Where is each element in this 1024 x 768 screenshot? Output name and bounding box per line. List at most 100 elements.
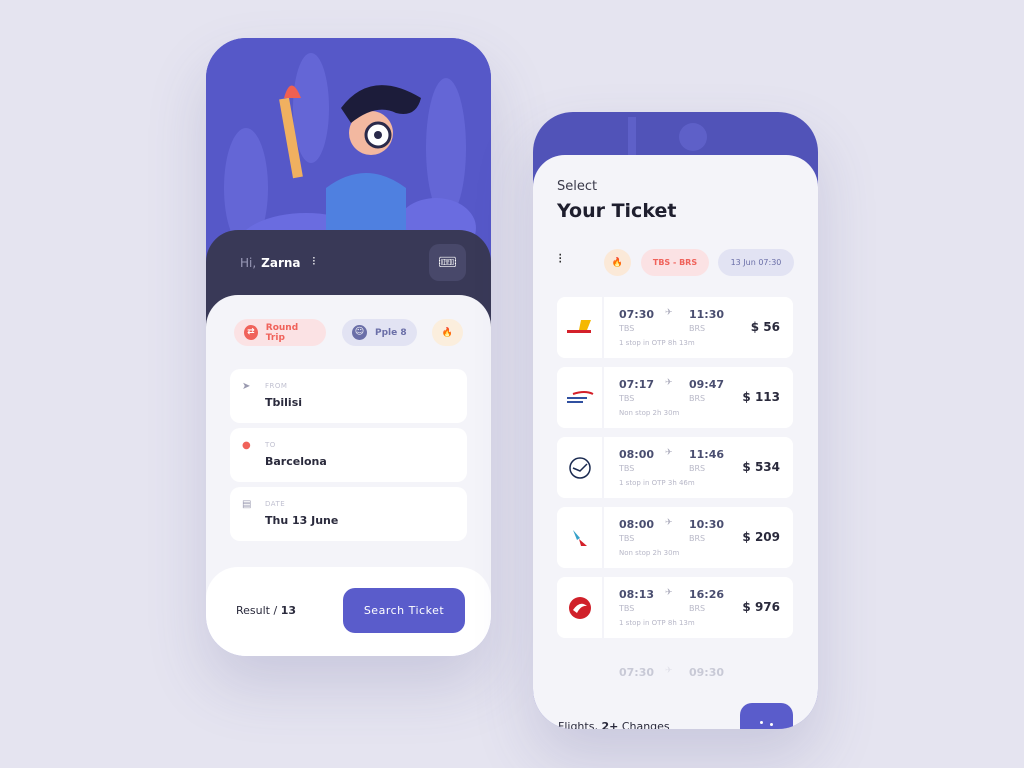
to-field[interactable]: ● TO Barcelona <box>230 428 467 482</box>
destination-code: BRS <box>689 324 706 333</box>
field-value: Thu 13 June <box>265 514 339 527</box>
airline-logo-tile <box>557 577 602 638</box>
chip-label: Pple 8 <box>375 327 407 338</box>
search-screen: Hi, Zarna ⁝ 🎟 ⇄ Round Trip ☺ Pple 8 🔥 ➤ FROM… <box>206 38 491 656</box>
destination-code: BRS <box>689 534 706 543</box>
datetime-chip[interactable]: 13 Jun 07:30 <box>718 249 794 276</box>
field-label: DATE <box>265 500 286 508</box>
turkish-airlines-logo <box>568 596 591 619</box>
route-chip[interactable]: TBS - BRS <box>641 249 709 276</box>
ticket-button[interactable]: 🎟 <box>429 244 466 281</box>
results-screen: Select Your Ticket ⁝ 🔥 TBS - BRS 13 Jun … <box>533 112 818 729</box>
swap-icon: ⇄ <box>244 325 258 340</box>
origin-code: TBS <box>619 324 635 333</box>
flight-card: 07:30 ✈ 11:30 TBS BRS 1 stop in OTP 8h 1… <box>604 297 793 358</box>
stop-info: 1 stop in OTP 8h 13m <box>619 339 695 347</box>
footer-suffix: Changes <box>621 720 670 729</box>
arrival-time: 16:26 <box>689 588 725 601</box>
dots-menu-icon[interactable]: ⁝ <box>312 254 316 268</box>
flight-card: 08:00 ✈ 11:46 TBS BRS 1 stop in OTP 3h 4… <box>604 437 793 498</box>
airline-logo-tile <box>557 367 602 428</box>
from-field[interactable]: ➤ FROM Tbilisi <box>230 369 467 423</box>
field-value: Tbilisi <box>265 396 303 409</box>
plane-icon: ✈ <box>665 448 673 458</box>
price: $ 56 <box>750 320 780 334</box>
flight-card: 07:17 ✈ 09:47 TBS BRS Non stop 2h 30m $ … <box>604 367 793 428</box>
fire-chip[interactable]: 🔥 <box>432 319 463 346</box>
field-label: FROM <box>265 382 288 390</box>
subtitle: Select <box>557 179 598 194</box>
footer-count: 2+ <box>601 720 619 729</box>
flight-row[interactable]: 08:00 ✈ 10:30 TBS BRS Non stop 2h 30m $ … <box>557 507 793 568</box>
price: $ 209 <box>742 530 780 544</box>
flight-card: 08:13 ✈ 16:26 TBS BRS 1 stop in OTP 8h 1… <box>604 577 793 638</box>
people-chip[interactable]: ☺ Pple 8 <box>342 319 417 346</box>
search-ticket-button[interactable]: Search Ticket <box>343 588 465 633</box>
departure-time: 08:00 <box>619 448 655 461</box>
field-label: TO <box>265 441 276 449</box>
price: $ 976 <box>742 600 780 614</box>
result-count: Result / 13 <box>236 604 296 617</box>
location-pin-icon: ● <box>242 440 251 451</box>
fire-chip[interactable]: 🔥 <box>604 249 631 276</box>
smiley-icon: ☺ <box>352 325 367 340</box>
american-airlines-logo <box>572 529 587 546</box>
navigation-arrow-icon: ➤ <box>242 381 251 392</box>
round-trip-chip[interactable]: ⇄ Round Trip <box>234 319 326 346</box>
chip-label: Round Trip <box>265 322 299 343</box>
lufthansa-logo <box>568 456 591 479</box>
stop-info: 1 stop in OTP 8h 13m <box>619 619 695 627</box>
flight-row[interactable]: 08:13 ✈ 16:26 TBS BRS 1 stop in OTP 8h 1… <box>557 577 793 638</box>
plane-icon: ✈ <box>665 588 673 598</box>
airline-logo-tile <box>557 507 602 568</box>
origin-code: TBS <box>619 394 635 403</box>
plane-icon: ✈ <box>665 308 673 318</box>
arrival-time: 09:30 <box>689 666 725 679</box>
flights-summary: Flights, 2+ Changes <box>558 720 670 729</box>
departure-time: 07:30 <box>619 308 655 321</box>
dots-menu-icon[interactable]: ⁝ <box>558 251 562 267</box>
stop-info: 1 stop in OTP 3h 46m <box>619 479 695 487</box>
departure-time: 07:17 <box>619 378 655 391</box>
greeting-text: Hi, <box>240 256 257 270</box>
plane-icon: ✈ <box>665 378 673 388</box>
price: $ 113 <box>742 390 780 404</box>
arrival-time: 09:47 <box>689 378 725 391</box>
flight-row[interactable]: 07:17 ✈ 09:47 TBS BRS Non stop 2h 30m $ … <box>557 367 793 428</box>
destination-code: BRS <box>689 604 706 613</box>
ticket-icon: 🎟 <box>437 253 458 271</box>
fire-icon: 🔥 <box>441 327 454 338</box>
filter-fab-button[interactable] <box>740 703 793 729</box>
british-airways-logo <box>566 390 593 403</box>
date-field[interactable]: ▤ DATE Thu 13 June <box>230 487 467 541</box>
departure-time: 07:30 <box>619 666 655 679</box>
result-number: 13 <box>280 604 297 617</box>
departure-time: 08:13 <box>619 588 655 601</box>
result-label: Result / <box>236 604 278 617</box>
price: $ 534 <box>742 460 780 474</box>
user-name: Zarna <box>261 256 301 270</box>
results-content: Select Your Ticket ⁝ 🔥 TBS - BRS 13 Jun … <box>533 155 818 729</box>
arrival-time: 11:30 <box>689 308 725 321</box>
arrival-time: 11:46 <box>689 448 725 461</box>
departure-time: 08:00 <box>619 518 655 531</box>
bottom-bar: Result / 13 Search Ticket <box>206 567 491 656</box>
stop-info: Non stop 2h 30m <box>619 409 680 417</box>
stop-info: Non stop 2h 30m <box>619 549 680 557</box>
flight-row[interactable]: 07:30 ✈ 11:30 TBS BRS 1 stop in OTP 8h 1… <box>557 297 793 358</box>
arrival-time: 10:30 <box>689 518 725 531</box>
page-title: Your Ticket <box>557 200 677 222</box>
airline-logo-tile <box>557 297 602 358</box>
plane-icon: ✈ <box>665 666 673 676</box>
flight-card: 08:00 ✈ 10:30 TBS BRS Non stop 2h 30m $ … <box>604 507 793 568</box>
calendar-icon: ▤ <box>242 499 252 510</box>
origin-code: TBS <box>619 604 635 613</box>
fire-icon: 🔥 <box>611 257 624 268</box>
flight-row[interactable]: 08:00 ✈ 11:46 TBS BRS 1 stop in OTP 3h 4… <box>557 437 793 498</box>
plane-icon: ✈ <box>665 518 673 528</box>
origin-code: TBS <box>619 534 635 543</box>
pegasus-logo <box>566 319 591 333</box>
footer-prefix: Flights, <box>558 720 598 729</box>
field-value: Barcelona <box>265 455 327 468</box>
destination-code: BRS <box>689 464 706 473</box>
